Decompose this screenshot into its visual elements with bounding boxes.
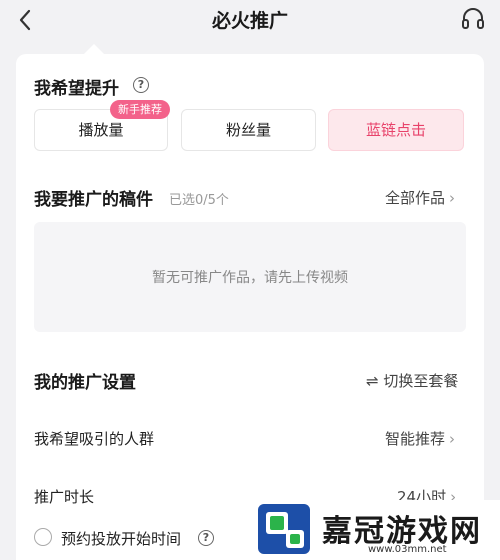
empty-works-text: 暂无可推广作品，请先上传视频 <box>152 270 348 286</box>
page-title: 必火推广 <box>211 10 288 32</box>
goal-title: 我希望提升 <box>34 79 119 99</box>
all-works-label: 全部作品 <box>385 189 446 207</box>
option-followers[interactable]: 粉丝量 <box>181 109 316 151</box>
watermark-url: www.03mm.net <box>368 544 447 555</box>
chevron-right-icon: › <box>449 189 456 207</box>
headset-icon[interactable] <box>460 6 486 32</box>
schedule-label: 预约投放开始时间 <box>61 530 182 548</box>
works-selected-hint: 已选0/5个 <box>169 193 229 208</box>
switch-package-link[interactable]: ⇌ 切换至套餐 <box>366 370 458 391</box>
audience-value-text: 智能推荐 <box>385 430 446 448</box>
option-blue-link-click[interactable]: 蓝链点击 <box>328 109 464 151</box>
help-icon[interactable]: ? <box>133 77 149 93</box>
duration-label: 推广时长 <box>34 488 95 506</box>
site-watermark: 嘉冠游戏网 www.03mm.net <box>250 500 500 560</box>
top-bar: 必火推广 <box>0 0 500 42</box>
card-notch <box>84 44 104 54</box>
works-title: 我要推广的稿件 <box>34 190 153 210</box>
settings-title: 我的推广设置 <box>34 373 136 393</box>
watermark-logo-icon <box>258 504 310 554</box>
empty-works-box: 暂无可推广作品，请先上传视频 <box>34 222 466 332</box>
help-icon[interactable]: ? <box>198 530 214 546</box>
all-works-link[interactable]: 全部作品 › <box>385 187 455 208</box>
audience-value[interactable]: 智能推荐 › <box>385 428 455 449</box>
schedule-radio[interactable] <box>34 528 52 546</box>
newbie-badge: 新手推荐 <box>110 100 170 119</box>
audience-label: 我希望吸引的人群 <box>34 430 155 448</box>
chevron-right-icon: › <box>449 430 456 448</box>
